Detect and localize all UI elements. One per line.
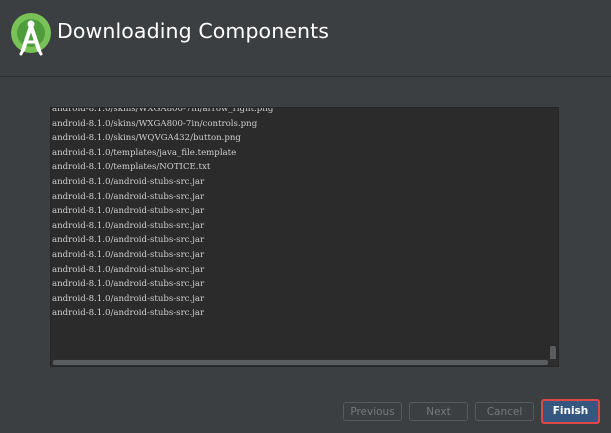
log-line: android-8.1.0/android-stubs-src.jar: [52, 176, 205, 187]
cancel-button[interactable]: Cancel: [475, 402, 534, 421]
next-button[interactable]: Next: [409, 402, 468, 421]
dialog-header: Downloading Components: [0, 0, 611, 77]
log-line: android-8.1.0/android-stubs-src.jar: [52, 191, 205, 202]
log-line: android-8.1.0/android-stubs-src.jar: [52, 279, 205, 290]
finish-button[interactable]: Finish: [541, 399, 600, 424]
previous-button[interactable]: Previous: [343, 402, 402, 421]
download-log-panel[interactable]: android-8.1.0/skins/WXGA800-7in/arrow_ri…: [50, 107, 559, 367]
log-line: android-8.1.0/android-stubs-src.jar: [52, 235, 205, 246]
log-line: android-8.1.0/android-stubs-src.jar: [52, 308, 205, 319]
log-line: android-8.1.0/android-stubs-src.jar: [52, 293, 205, 304]
log-line: android-8.1.0/templates/java_file.templa…: [52, 147, 237, 158]
log-line: android-8.1.0/android-stubs-src.jar: [52, 206, 205, 217]
log-lines: android-8.1.0/skins/WXGA800-7in/arrow_ri…: [51, 107, 546, 321]
horizontal-scrollbar[interactable]: [51, 359, 558, 366]
log-line: android-8.1.0/templates/NOTICE.txt: [52, 162, 211, 173]
log-line: android-8.1.0/skins/WXGA800-7in/arrow_ri…: [52, 107, 274, 114]
log-line: android-8.1.0/android-stubs-src.jar: [52, 249, 205, 260]
log-line: android-8.1.0/skins/WQVGA432/button.png: [52, 133, 241, 144]
page-title: Downloading Components: [57, 19, 330, 43]
log-line: android-8.1.0/skins/WXGA800-7in/controls…: [52, 118, 258, 129]
vertical-scrollbar[interactable]: [548, 108, 558, 364]
log-line: android-8.1.0/android-stubs-src.jar: [52, 264, 205, 275]
log-line: android-8.1.0/android-stubs-src.jar: [52, 220, 205, 231]
horizontal-scrollbar-thumb[interactable]: [53, 360, 548, 365]
android-studio-logo-icon: [11, 13, 51, 56]
